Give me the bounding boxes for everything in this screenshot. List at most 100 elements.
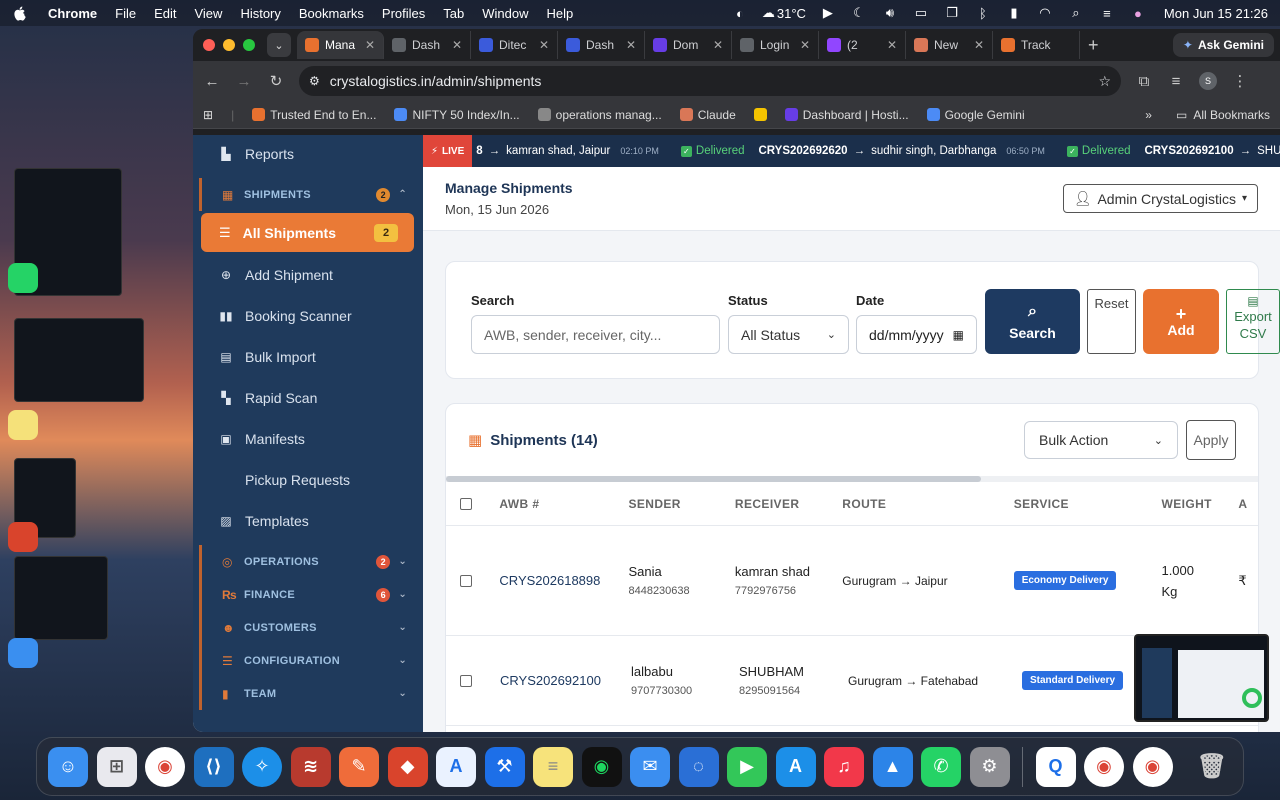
sidebar-section-operations[interactable]: ◎ OPERATIONS 2 ⌄	[199, 545, 423, 578]
browser-tab[interactable]: Ditec ✕	[471, 31, 558, 59]
all-bookmarks-button[interactable]: » ▭ All Bookmarks	[1145, 108, 1270, 122]
bookmark-item[interactable]: Trusted End to En...	[252, 108, 376, 122]
dock-chrome-window-2-icon[interactable]: ◉	[1132, 746, 1173, 787]
dock-safari-icon[interactable]: ✧	[242, 746, 282, 787]
dock-database-icon[interactable]: ≋	[290, 746, 331, 787]
sidebar-item-add-shipment[interactable]: ⊕ Add Shipment	[193, 254, 423, 295]
sidebar-section-team[interactable]: ▮ TEAM ⌄	[199, 677, 423, 710]
wifi-icon[interactable]: ◠	[1036, 5, 1054, 20]
browser-menu-icon[interactable]: ⋮	[1231, 72, 1249, 90]
tab-close-icon[interactable]: ✕	[800, 38, 810, 52]
bookmark-star-icon[interactable]: ☆	[1098, 73, 1111, 90]
dock-remote-desktop-icon[interactable]: ◆	[387, 746, 428, 787]
browser-tab[interactable]: Dash ✕	[384, 31, 471, 59]
browser-tab[interactable]: Login ✕	[732, 31, 819, 59]
tab-close-icon[interactable]: ✕	[626, 38, 636, 52]
new-tab-button[interactable]: +	[1088, 35, 1099, 56]
address-bar[interactable]: ⚙ crystalogistics.in/admin/shipments ☆	[299, 66, 1121, 96]
reload-button[interactable]: ↻	[267, 72, 285, 90]
siri-icon[interactable]: ●	[1129, 6, 1147, 21]
column-header-route[interactable]: ROUTE	[842, 497, 1013, 511]
menu-bookmarks[interactable]: Bookmarks	[299, 6, 364, 21]
sidebar-item-all-shipments[interactable]: ☰ All Shipments 2	[201, 213, 414, 252]
menu-history[interactable]: History	[240, 6, 280, 21]
volume-icon[interactable]: 🔊︎	[881, 5, 899, 20]
awb-link[interactable]: CRYS202618898	[499, 573, 600, 588]
sidebar-section-finance[interactable]: ₨ FINANCE 6 ⌄	[199, 578, 423, 611]
dock-xcode-icon[interactable]: ⚒	[484, 746, 525, 787]
dock-keynote-icon[interactable]: ▲	[872, 746, 913, 787]
battery-icon[interactable]: ▮	[1005, 5, 1023, 20]
bookmark-item[interactable]: Claude	[679, 108, 736, 122]
sidebar-item-pickup-requests[interactable]: Pickup Requests	[193, 459, 423, 500]
dock-launchpad-icon[interactable]: ⊞	[96, 746, 137, 787]
menubar-app-name[interactable]: Chrome	[48, 6, 97, 21]
export-csv-button[interactable]: ▤ Export CSV	[1226, 289, 1280, 354]
date-input[interactable]: dd/mm/yyyy ▦	[856, 315, 977, 354]
column-header-awb[interactable]: AWB #	[499, 497, 628, 511]
dock-notes-icon[interactable]: ≡	[533, 746, 573, 787]
sidebar-item-booking-scanner[interactable]: ▮▮ Booking Scanner	[193, 295, 423, 336]
forward-button[interactable]: →	[235, 72, 253, 90]
spotlight-search-icon[interactable]: ⌕	[1067, 5, 1085, 20]
bulk-action-select[interactable]: Bulk Action ⌄	[1024, 421, 1178, 459]
more-bookmarks-chevron-icon[interactable]: »	[1145, 108, 1152, 122]
dock-system-settings-icon[interactable]: ⚙	[969, 746, 1010, 787]
browser-tab[interactable]: New ✕	[906, 31, 993, 59]
apps-grid-icon[interactable]: ⊞	[203, 108, 213, 122]
dock-vscode-icon[interactable]: ⟨⟩	[193, 746, 234, 787]
admin-account-dropdown[interactable]: 👤︎ Admin CrystaLogistics ▾	[1062, 184, 1258, 213]
notes-icon[interactable]	[8, 410, 38, 440]
sidebar-section-configuration[interactable]: ☰ CONFIGURATION ⌄	[199, 644, 423, 677]
browser-tab[interactable]: Mana ✕	[297, 31, 384, 59]
tab-close-icon[interactable]: ✕	[713, 38, 723, 52]
stage-thumb-2[interactable]	[14, 318, 144, 402]
remote-desktop-icon[interactable]	[8, 522, 38, 552]
sidebar-item-bulk-import[interactable]: ▤ Bulk Import	[193, 336, 423, 377]
column-header-amount[interactable]: A	[1238, 497, 1258, 511]
tab-close-icon[interactable]: ✕	[452, 38, 462, 52]
reset-button[interactable]: Reset	[1087, 289, 1136, 354]
table-row[interactable]: CRYS202618898 Sania 8448230638 kamran sh…	[446, 526, 1258, 636]
whatsapp-icon[interactable]	[8, 263, 38, 293]
tab-close-icon[interactable]: ✕	[365, 38, 375, 52]
browser-tab[interactable]: Dash ✕	[558, 31, 645, 59]
dock-facetime-icon[interactable]: ▶	[727, 746, 767, 787]
dock-app-store-icon[interactable]: A	[436, 746, 476, 787]
dock-music-icon[interactable]: ♫	[824, 746, 864, 787]
menu-profiles[interactable]: Profiles	[382, 6, 425, 21]
dock-spotify-icon[interactable]: ◉	[581, 746, 622, 787]
browser-tab[interactable]: Track	[993, 31, 1080, 59]
stage-thumb-4[interactable]	[14, 556, 108, 640]
menu-help[interactable]: Help	[547, 6, 574, 21]
menu-view[interactable]: View	[194, 6, 222, 21]
bookmark-item[interactable]	[753, 108, 767, 121]
bookmark-item[interactable]: NIFTY 50 Index/In...	[394, 108, 520, 122]
finder-icon[interactable]	[8, 638, 38, 668]
sidebar-item-rapid-scan[interactable]: ▚ Rapid Scan	[193, 377, 423, 418]
tab-search-button[interactable]: ⌄	[267, 33, 291, 57]
dock-finder-icon[interactable]: ☺	[48, 746, 88, 787]
tab-close-icon[interactable]: ✕	[887, 38, 897, 52]
window-icon[interactable]: ❐	[943, 5, 961, 20]
bookmark-item[interactable]: operations manag...	[537, 108, 662, 122]
control-center-icon[interactable]: ≡	[1098, 6, 1116, 21]
menubar-clock[interactable]: Mon Jun 15 21:26	[1164, 6, 1268, 21]
menu-tab[interactable]: Tab	[443, 6, 464, 21]
row-checkbox[interactable]	[460, 674, 472, 687]
browser-tab[interactable]: (2 ✕	[819, 31, 906, 59]
dock-trash-icon[interactable]: 🗑︎	[1192, 747, 1232, 787]
dock-chrome-window-icon[interactable]: ◉	[1084, 746, 1124, 787]
calendar-icon[interactable]: ▦	[953, 328, 964, 342]
add-shipment-button[interactable]: + Add	[1143, 289, 1219, 354]
awb-link[interactable]: CRYS202692100	[500, 673, 601, 688]
ask-gemini-button[interactable]: ✦ Ask Gemini	[1172, 33, 1274, 57]
sidebar-section-customers[interactable]: ☻ CUSTOMERS ⌄	[199, 611, 423, 644]
dock-whatsapp-icon[interactable]: ✆	[921, 746, 961, 787]
search-button[interactable]: ⌕ Search	[985, 289, 1080, 354]
menu-edit[interactable]: Edit	[154, 6, 176, 21]
close-window-button[interactable]	[203, 39, 215, 51]
browser-tab[interactable]: Dom ✕	[645, 31, 732, 59]
sidebar-item-manifests[interactable]: ▣ Manifests	[193, 418, 423, 459]
play-icon[interactable]: ▶	[819, 5, 837, 20]
